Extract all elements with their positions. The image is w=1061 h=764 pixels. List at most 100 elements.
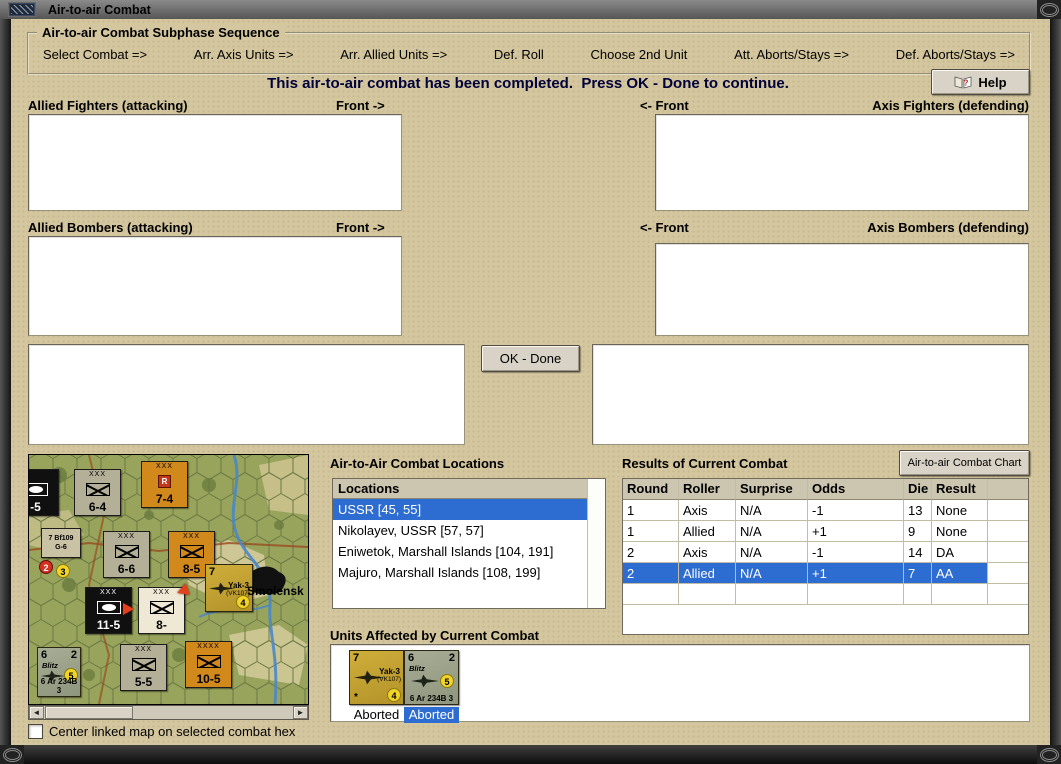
col-roller: Roller (679, 479, 736, 500)
map-counter-6-4[interactable]: XXX 6-4 (74, 469, 121, 516)
app-icon (8, 2, 36, 17)
map-counter-6-6[interactable]: XXX 6-6 (103, 531, 150, 578)
map-city-label: Smolensk (247, 584, 304, 598)
combat-value: -5 (30, 500, 41, 514)
unit-counter-ar234[interactable]: 6 2 Blitz 5 6 Ar 234B 3 (404, 650, 459, 705)
infantry-symbol (131, 658, 156, 671)
window-ornament-bottom-right (1037, 745, 1061, 764)
map-counter-10-5[interactable]: XXXX 10-5 (185, 641, 232, 688)
armor-symbol (29, 483, 48, 496)
help-button[interactable]: ? Help (931, 69, 1030, 95)
infantry-symbol (85, 483, 110, 496)
unit-size-label: XXX (155, 463, 173, 470)
step-arr-axis-units: Arr. Axis Units => (193, 47, 294, 62)
air-rating-badge: 5 (440, 674, 454, 688)
unit-size-label: XXX (99, 589, 117, 596)
help-book-icon: ? (955, 76, 972, 89)
infantry-symbol (114, 545, 139, 558)
center-map-checkbox[interactable] (28, 724, 43, 739)
unit-size-label: XXXX (197, 643, 220, 650)
map-counter-5-5[interactable]: XXX 5-5 (120, 644, 167, 691)
axis-fighters-list[interactable] (655, 114, 1029, 211)
window-frame-right (1050, 19, 1061, 745)
map-horizontal-scrollbar[interactable]: ◄ ► (28, 705, 309, 720)
results-row-selected[interactable]: 2 Allied N/A +1 7 AA (623, 563, 1028, 584)
results-row-empty (623, 584, 1028, 605)
selection-arrow-icon (123, 603, 134, 615)
map-counter-black-army[interactable]: -5 (29, 469, 59, 516)
location-item[interactable]: Majuro, Marshall Islands [108, 199] (333, 562, 587, 583)
map-scrollbar-thumb[interactable] (45, 706, 133, 719)
center-map-checkbox-label: Center linked map on selected combat hex (49, 724, 296, 739)
unit-counter-yak3[interactable]: 7 Yak-3 (VK107) * 4 (349, 650, 404, 705)
scroll-right-icon[interactable]: ► (293, 706, 308, 719)
location-item[interactable]: Eniwetok, Marshall Islands [104, 191] (333, 541, 587, 562)
allied-bombers-label: Allied Bombers (attacking) (28, 220, 193, 235)
col-odds: Odds (808, 479, 904, 500)
col-result: Result (932, 479, 988, 500)
units-affected-box[interactable]: 7 Yak-3 (VK107) * 4 Aborted 6 2 Blitz 5 … (330, 644, 1030, 723)
help-label: Help (978, 74, 1007, 90)
map-counter-yak3[interactable]: 7 Yak-3 (VK107) 4 (205, 564, 253, 612)
col-die: Die (904, 479, 932, 500)
location-item[interactable]: USSR [45, 55] (333, 499, 587, 520)
map-counter-bf109[interactable]: 7 Bf109 G-6 (41, 528, 81, 558)
unit-size-label: XXX (182, 533, 200, 540)
unit-size-label: XXX (117, 533, 135, 540)
location-item[interactable]: Nikolayev, USSR [57, 57] (333, 520, 587, 541)
step-select-combat: Select Combat => (43, 47, 148, 62)
allied-front-label: Front -> (336, 98, 385, 113)
mini-map[interactable]: -5 XXX 6-4 XXX R 7-4 7 Bf109 G-6 2 3 XXX… (28, 454, 309, 705)
title-bar[interactable]: Air-to-air Combat (0, 0, 1037, 20)
ok-done-button[interactable]: OK - Done (481, 345, 580, 372)
axis-bomber-front-label: <- Front (640, 220, 689, 235)
axis-bombers-label: Axis Bombers (defending) (867, 220, 1029, 235)
dialog-content: Air-to-air Combat Subphase Sequence Sele… (11, 19, 1050, 745)
axis-bombers-list[interactable] (655, 243, 1029, 336)
step-arr-allied-units: Arr. Allied Units => (340, 47, 448, 62)
results-row[interactable]: 1 Allied N/A +1 9 None (623, 521, 1028, 542)
allied-bombers-list[interactable] (28, 236, 402, 336)
air-combat-window: Air-to-air Combat Air-to-air Combat Subp… (0, 0, 1061, 764)
step-def-aborts-stays: Def. Aborts/Stays => (895, 47, 1015, 62)
allied-fighters-label: Allied Fighters (attacking) (28, 98, 188, 113)
unit-size-label: XXX (134, 646, 152, 653)
allied-combat-log-panel[interactable] (28, 344, 465, 445)
units-title: Units Affected by Current Combat (330, 628, 539, 643)
air-rating-badge: 3 (56, 564, 70, 578)
axis-combat-log-panel[interactable] (592, 344, 1029, 445)
air-unit-line1: 7 Bf109 (48, 535, 74, 542)
infantry-symbol (149, 601, 174, 614)
step-att-aborts-stays: Att. Aborts/Stays => (734, 47, 849, 62)
combat-value: 6-6 (117, 562, 136, 576)
locations-title: Air-to-Air Combat Locations (330, 456, 505, 471)
results-table[interactable]: Round Roller Surprise Odds Die Result 1 … (622, 478, 1029, 635)
armor-symbol (96, 601, 121, 614)
allied-fighters-list[interactable] (28, 114, 402, 211)
axis-front-label: <- Front (640, 98, 689, 113)
combat-value: 11-5 (96, 618, 121, 632)
step-choose-2nd-unit: Choose 2nd Unit (590, 47, 688, 62)
col-round: Round (623, 479, 679, 500)
reserve-badge: R (158, 475, 171, 488)
window-ornament-bottom-left (0, 745, 24, 764)
map-counter-ar234[interactable]: 6 2 Blitz 5 6 Ar 234B 3 (37, 647, 81, 697)
center-map-option: Center linked map on selected combat hex (28, 724, 295, 739)
window-frame-bottom (24, 745, 1037, 764)
results-row[interactable]: 2 Axis N/A -1 14 DA (623, 542, 1028, 563)
combat-value: 5-5 (134, 675, 153, 689)
status-message: This air-to-air combat has been complete… (267, 75, 789, 92)
results-row[interactable]: 1 Axis N/A -1 13 None (623, 500, 1028, 521)
subphase-sequence-group: Air-to-air Combat Subphase Sequence Sele… (27, 25, 1031, 75)
col-surprise: Surprise (736, 479, 808, 500)
map-counter-7-4[interactable]: XXX R 7-4 (141, 461, 188, 508)
locations-scrollbar[interactable] (587, 479, 605, 608)
locations-list[interactable]: Locations USSR [45, 55] Nikolayev, USSR … (332, 478, 606, 609)
results-title: Results of Current Combat (622, 456, 788, 471)
results-header-row: Round Roller Surprise Odds Die Result (623, 479, 1028, 500)
combat-chart-button[interactable]: Air-to-air Combat Chart (899, 450, 1030, 476)
scroll-left-icon[interactable]: ◄ (29, 706, 44, 719)
allied-bomber-front-label: Front -> (336, 220, 385, 235)
infantry-symbol (196, 655, 221, 668)
unit-status-selected: Aborted (404, 707, 459, 723)
